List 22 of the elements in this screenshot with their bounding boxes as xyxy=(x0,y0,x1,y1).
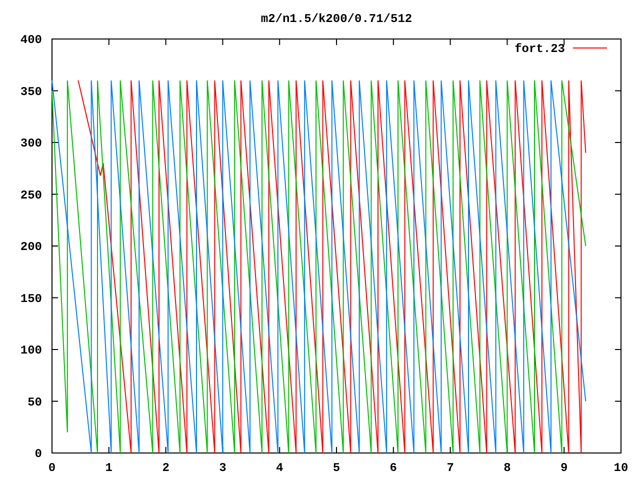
x-tick-label: 8 xyxy=(504,461,511,475)
x-tick-label: 1 xyxy=(105,461,112,475)
chart-title: m2/n1.5/k200/0.71/512 xyxy=(260,12,412,26)
x-tick-label: 6 xyxy=(390,461,397,475)
y-tick-label: 50 xyxy=(28,395,42,410)
y-tick-label: 350 xyxy=(20,84,42,99)
y-tick-label: 300 xyxy=(20,136,42,150)
y-tick-label: 0 xyxy=(34,447,42,461)
y-tick-label: 250 xyxy=(20,188,42,202)
x-tick-label: 10 xyxy=(614,461,628,475)
x-tick-label: 9 xyxy=(560,461,568,475)
x-tick-label: 7 xyxy=(446,461,454,475)
y-tick-label: 400 xyxy=(20,33,42,47)
y-tick-label: 200 xyxy=(20,240,42,254)
x-tick-label: 2 xyxy=(162,461,170,475)
y-tick-label: 150 xyxy=(20,292,42,306)
y-tick-label: 100 xyxy=(20,344,42,358)
x-tick-label: 4 xyxy=(276,461,284,475)
x-tick-label: 5 xyxy=(332,461,340,475)
x-tick-label: 0 xyxy=(48,461,56,475)
legend-label: fort.23 xyxy=(514,42,565,56)
x-tick-label: 3 xyxy=(219,461,226,475)
